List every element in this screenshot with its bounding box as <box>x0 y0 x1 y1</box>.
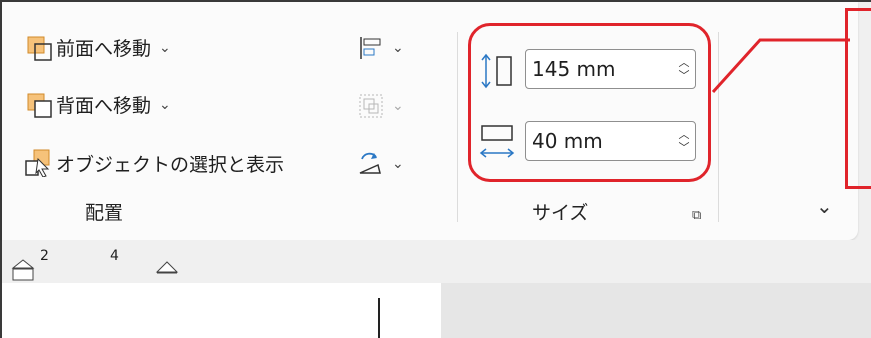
rotate-button[interactable]: ⌄ <box>358 151 404 177</box>
document-page[interactable] <box>2 283 441 338</box>
rotate-icon <box>359 152 381 174</box>
selection-pane-label: オブジェクトの選択と表示 <box>56 153 285 176</box>
arrange-group-label: 配置 <box>85 202 124 224</box>
text-cursor <box>378 298 380 338</box>
right-indent-marker-icon[interactable] <box>155 258 179 278</box>
ruler-mark: 4 <box>110 248 119 264</box>
selection-pane-button[interactable]: オブジェクトの選択と表示 <box>24 149 284 177</box>
size-dialog-launcher-icon[interactable]: ⧉ <box>692 208 701 223</box>
selection-pane-icon <box>25 149 50 177</box>
group-separator <box>457 32 458 222</box>
chevron-down-icon[interactable]: ⌄ <box>392 98 404 114</box>
send-backward-button[interactable]: 背面へ移動 ⌄ <box>26 91 171 118</box>
size-callout-box <box>468 23 711 182</box>
document-background <box>441 283 871 338</box>
send-backward-label: 背面へ移動 <box>56 95 152 117</box>
group-button[interactable]: ⌄ <box>358 93 404 119</box>
chevron-down-icon[interactable]: ⌄ <box>392 40 404 56</box>
align-button[interactable]: ⌄ <box>358 35 404 61</box>
first-line-indent-marker-icon[interactable] <box>10 256 36 282</box>
send-backward-icon <box>27 93 52 118</box>
align-left-icon <box>360 37 381 59</box>
ruler-mark: 2 <box>40 248 49 264</box>
horizontal-ruler: 2 4 <box>2 240 871 282</box>
chevron-down-icon[interactable]: ⌄ <box>159 97 171 113</box>
collapse-ribbon-chevron-icon[interactable]: ⌄ <box>816 194 833 218</box>
size-group-label: サイズ <box>532 202 589 224</box>
group-objects-icon <box>359 94 383 118</box>
bring-forward-label: 前面へ移動 <box>56 38 152 60</box>
chevron-down-icon[interactable]: ⌄ <box>392 156 404 172</box>
bring-forward-icon <box>27 36 52 61</box>
chevron-down-icon[interactable]: ⌄ <box>159 40 171 56</box>
annotation-callout-box <box>845 8 871 189</box>
bring-forward-button[interactable]: 前面へ移動 ⌄ <box>26 34 171 61</box>
callout-connector <box>711 38 850 94</box>
